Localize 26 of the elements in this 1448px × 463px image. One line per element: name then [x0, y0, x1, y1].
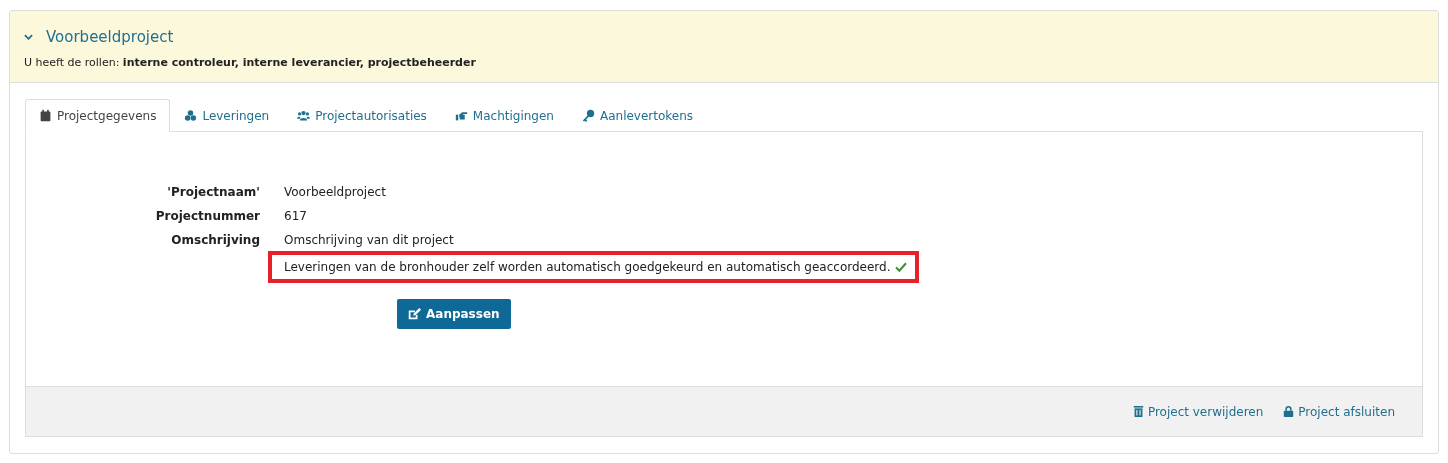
- lock-icon: [1283, 405, 1295, 418]
- field-label: Projectnummer: [155, 209, 260, 223]
- tab[interactable]: Projectautorisaties: [283, 99, 441, 132]
- trash-icon: [1132, 405, 1144, 418]
- roles-text: U heeft de rollen: interne controleur, interne leverancier, projectbeheerder: [24, 56, 477, 69]
- chevron-icon[interactable]: [24, 34, 33, 40]
- project-title[interactable]: Voorbeeldproject: [46, 28, 174, 46]
- field-value: Omschrijving van dit project: [284, 233, 454, 247]
- pointing-hand-icon: [454, 109, 468, 122]
- delete-link[interactable]: Project verwijderen: [1132, 404, 1264, 419]
- calendar-icon: [39, 109, 52, 122]
- field-value: 617: [284, 209, 307, 223]
- field-label: 'Projectnaam': [167, 185, 260, 199]
- users-icon: [297, 109, 311, 122]
- cubes-icon: [184, 109, 198, 122]
- tab[interactable]: Projectgegevens: [25, 99, 171, 132]
- tab[interactable]: Aanlevertokens: [567, 99, 708, 132]
- close-project-link[interactable]: Project afsluiten: [1283, 404, 1395, 419]
- key-icon: [581, 109, 595, 122]
- field-label: Omschrijving: [171, 233, 260, 247]
- edit-button[interactable]: Aanpassen: [397, 299, 511, 329]
- field-value: Voorbeeldproject: [284, 185, 386, 199]
- note-text: Leveringen van de bronhouder zelf worden automatisch goedgekeurd en automatisch geaccordeerd.: [284, 260, 891, 274]
- edit-icon: [407, 307, 421, 321]
- tab[interactable]: Machtigingen: [440, 99, 568, 132]
- tab[interactable]: Leveringen: [170, 99, 284, 132]
